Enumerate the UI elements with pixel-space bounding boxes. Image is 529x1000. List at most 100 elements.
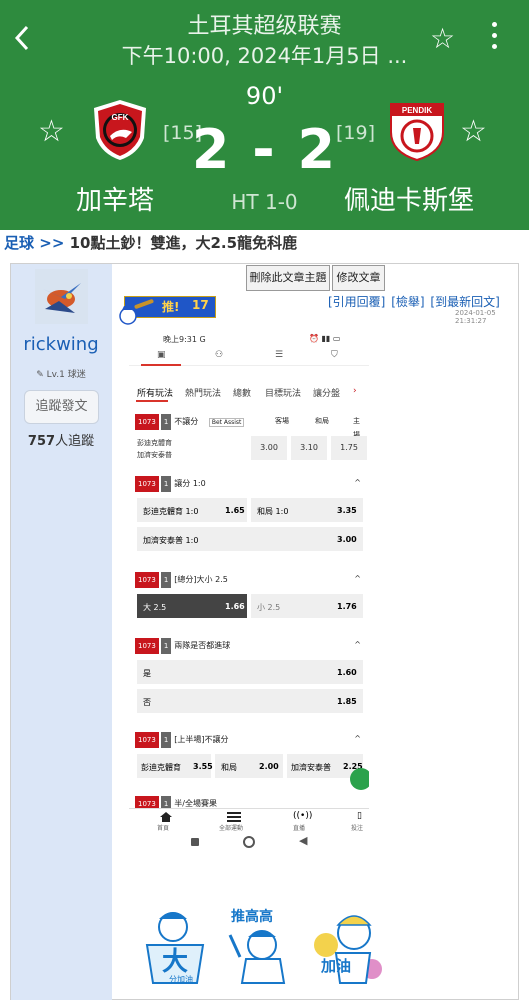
market-handicap-header: 1073 1 讓分 1:0 ^ — [135, 476, 365, 492]
handicap-label: 加濟安泰普 1:0 — [143, 536, 199, 545]
edit-post-button[interactable]: 修改文章 — [332, 265, 385, 291]
ou-cell: 小 2.5 1.76 — [251, 594, 363, 618]
ou-label: 小 2.5 — [257, 603, 281, 612]
1h-label: 加濟安泰普 — [291, 763, 331, 772]
market-moneyline-header: 1073 1 不讓分 Bet Assist 客場 和局 主場 — [135, 414, 365, 439]
bet-assist-badge: Bet Assist — [208, 418, 245, 427]
match-sub-tag: 1 — [160, 638, 172, 654]
handicap-odd: 1.65 — [225, 506, 245, 515]
more-vert-icon[interactable] — [489, 22, 499, 54]
phone-tab-icon-4: ⛉ — [331, 350, 338, 360]
collapse-caret-icon: ^ — [354, 640, 361, 649]
away-logo-text: PENDIK — [402, 106, 432, 115]
phone-cat-2: 總數 — [233, 389, 252, 399]
match-no-tag: 1073 — [135, 572, 159, 588]
ou-row: 大 2.5 1.66 小 2.5 1.76 — [135, 594, 365, 620]
sticker-1-text: 大 — [162, 947, 188, 977]
phone-status-icons: ⏰ ▮▮ ▭ — [309, 334, 341, 343]
btts-cell: 否 1.85 — [137, 689, 363, 713]
away-favorite-star-icon[interactable]: ☆ — [460, 114, 487, 149]
1h-label: 彭迪克體育 — [141, 763, 181, 772]
ou-label: 大 2.5 — [143, 603, 167, 612]
bet-slip-fab-icon — [350, 768, 369, 790]
market-ou-header: 1073 1 [總分]大小 2.5 ^ — [135, 572, 365, 588]
post-timestamp: 2024-01-05 21:31:27 — [455, 309, 496, 325]
followers-count: 757人追蹤 — [0, 430, 122, 449]
home-circle-icon — [243, 836, 255, 848]
report-link[interactable]: [檢舉] — [391, 295, 424, 309]
handicap-label: 和局 1:0 — [257, 507, 289, 516]
breadcrumb-category[interactable]: 足球 — [4, 234, 34, 252]
push-label: 推! — [162, 300, 180, 314]
market-1h-title: [上半場]不讓分 — [174, 735, 229, 744]
sticker-2-text: 推高高 — [231, 908, 273, 925]
match-no-tag: 1073 — [135, 476, 159, 492]
away-rank: [19] — [336, 122, 376, 144]
favorite-star-icon[interactable]: ☆ — [430, 22, 455, 55]
away-team-logo[interactable]: PENDIK — [385, 98, 449, 162]
market-btts-header: 1073 1 兩隊是否都進球 ^ — [135, 638, 365, 654]
odd-away: 3.00 — [251, 436, 287, 460]
odd-draw: 3.10 — [291, 436, 327, 460]
collapse-caret-icon: ^ — [354, 574, 361, 583]
nav-label: 投注 — [351, 825, 364, 832]
avatar[interactable] — [35, 269, 88, 324]
phone-tab-icon-2: ⚇ — [215, 350, 224, 360]
push-badge[interactable]: 推! 17 — [116, 296, 216, 326]
match-sub-tag: 1 — [160, 572, 172, 588]
phone-cat-3: 目標玩法 — [265, 389, 302, 399]
phone-category-tabs: 所有玩法 熱門玩法 總數 目標玩法 讓分盤 › — [129, 386, 369, 402]
phone-tab-icon-3: ☰ — [275, 350, 284, 360]
1h-label: 和局 — [221, 763, 237, 772]
recents-icon — [191, 838, 199, 846]
followers-suffix: 人追蹤 — [55, 434, 95, 449]
phone-status-time: 晚上9:31 G — [163, 335, 206, 344]
push-mascot-icon — [119, 299, 154, 325]
phone-top-tabs: ▣ ⚇ ☰ ⛉ — [129, 348, 369, 366]
market-moneyline-title: 不讓分 — [174, 417, 199, 426]
nav-label: 首頁 — [157, 825, 170, 832]
latest-reply-link[interactable]: [到最新回文] — [430, 295, 499, 309]
header-draw: 和局 — [315, 417, 329, 425]
market-btts: 1073 1 兩隊是否都進球 ^ 是 1.60 否 1.85 — [135, 638, 365, 715]
market-moneyline-row: 彭迪克體育 加濟安泰普 3.00 3.10 1.75 — [135, 436, 367, 464]
1h-cell: 和局 2.00 — [215, 754, 283, 778]
away-team-name[interactable]: 佩迪卡斯堡 — [344, 180, 474, 217]
breadcrumb-separator: >> — [39, 234, 65, 252]
phone-tab-active-bar — [141, 364, 181, 366]
team-1-label: 彭迪克體育 — [137, 439, 172, 447]
home-icon — [160, 812, 172, 822]
btts-row-2: 否 1.85 — [135, 689, 365, 715]
match-header: 土耳其超级联赛 下午10:00, 2024年1月5日 ... ☆ 90' ☆ G… — [0, 0, 529, 230]
1h-odd: 3.55 — [193, 762, 213, 771]
back-triangle-icon: ◀ — [299, 834, 308, 847]
phone-bottom-nav: ((•)) ▯ 首頁 全部運動 直播 投注 — [129, 808, 369, 832]
phone-cat-4: 讓分盤 — [313, 389, 341, 399]
ou-cell-selected: 大 2.5 1.66 — [137, 594, 247, 618]
handicap-row-2: 加濟安泰普 1:0 3.00 — [135, 527, 365, 553]
btts-row-1: 是 1.60 — [135, 660, 365, 686]
phone-cat-more-icon: › — [353, 386, 357, 396]
market-over-under: 1073 1 [總分]大小 2.5 ^ 大 2.5 1.66 小 2.5 1.76 — [135, 572, 365, 620]
btts-label: 否 — [143, 698, 151, 707]
push-count: 17 — [192, 298, 209, 312]
market-first-half: 1073 1 [上半場]不讓分 ^ 彭迪克體育 3.55 和局 2.00 加濟安泰普 2.2… — [135, 732, 365, 780]
android-nav-bar: ◀ — [129, 832, 369, 858]
breadcrumb: 足球 >> 10點土鈔！雙進，大2.5龍免科鹿 — [4, 232, 297, 253]
market-handicap: 1073 1 讓分 1:0 ^ 彭迪克體育 1:0 1.65 和局 1:0 3.35 加濟… — [135, 476, 365, 553]
delete-topic-button[interactable]: 刪除此文章主題 — [246, 265, 330, 291]
score: 2 - 2 — [191, 118, 338, 181]
header-away: 客場 — [275, 417, 289, 425]
btts-odd: 1.60 — [337, 668, 357, 677]
author-username[interactable]: rickwing — [0, 334, 122, 355]
post-actions: [引用回覆] [檢舉] [到最新回文] — [326, 293, 500, 310]
nav-label: 直播 — [293, 825, 306, 832]
follow-button[interactable]: 追蹤發文 — [24, 390, 99, 424]
market-btts-title: 兩隊是否都進球 — [174, 641, 231, 650]
quote-reply-link[interactable]: [引用回覆] — [328, 295, 385, 309]
1h-row: 彭迪克體育 3.55 和局 2.00 加濟安泰普 2.25 — [135, 754, 365, 780]
match-no-tag: 1073 — [135, 638, 159, 654]
handicap-label: 彭迪克體育 1:0 — [143, 507, 199, 516]
market-moneyline: 1073 1 不讓分 Bet Assist 客場 和局 主場 彭迪克體育 加濟安泰普… — [135, 414, 367, 464]
sticker-push-high: 推高高 — [222, 905, 300, 985]
